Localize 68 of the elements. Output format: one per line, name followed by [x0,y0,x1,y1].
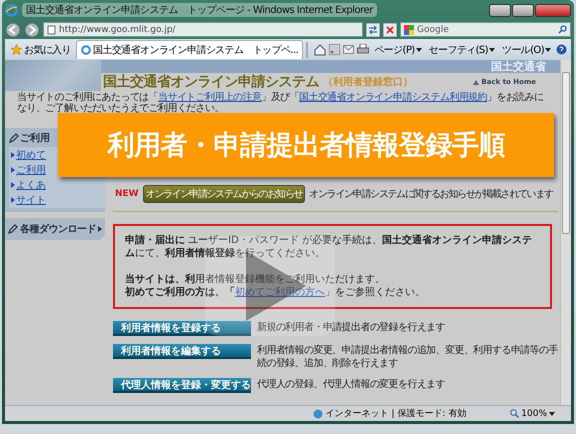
action-button[interactable]: 利用者情報を編集する [113,344,251,359]
action-button[interactable]: 代理人情報を登録・変更する [113,378,251,393]
info-text: 申請・届出に ユーザーID・パスワード が必要な手続は、国土交通省オンライン申請システムにて、利用者情報登録を行ってください。 [125,234,534,260]
video-title: 利用者・申請提出者情報登録手順 [107,129,505,163]
bullet-icon [11,167,15,173]
home-icon[interactable] [314,44,326,56]
sidebar-link[interactable]: 初めて [16,148,46,162]
triangle-icon [473,80,480,84]
sidebar-link[interactable]: よくあ [16,178,46,192]
pen-icon [8,224,18,234]
mail-icon[interactable] [343,45,354,54]
maximize-button[interactable] [512,4,534,16]
search-engine-logo-icon [404,24,414,34]
printer-icon[interactable] [357,44,370,55]
window-title: 国土交通省オンライン申請システム トップページ - Windows Internet Explorer [22,3,377,17]
caret-icon [545,48,551,52]
action-description: 代理人の登録、代理人情報の変更を行えます [257,378,446,391]
caret-icon [416,48,422,52]
favorites-button[interactable]: お気に入り [9,42,74,58]
scrollbar[interactable] [560,60,571,405]
search-field[interactable]: Google [400,22,571,37]
star-icon [11,44,22,55]
terms-link[interactable]: 当サイトご利用上の注意 [158,92,262,103]
stop-icon[interactable] [383,22,397,36]
browser-logo-icon [5,4,18,16]
site-title: 国土交通省オンライン申請システム [103,74,319,90]
magnifier-icon [510,409,520,418]
back-button-icon[interactable] [5,22,21,38]
notice-text: 当サイトのご利用にあたっては「当サイトご利用上の注意」及び「国土交通省オンライン申請システム利用規約」をお読みになり、ご了解いただいたうえでご利用ください。 [16,91,544,114]
address-field[interactable]: http://www.goo.mlit.go.jp/ [43,22,363,37]
feed-icon[interactable] [329,44,340,55]
menu-button[interactable]: ツール(O) [500,42,553,58]
search-icon [558,25,567,34]
agency-name: 国土交通省 [491,60,546,73]
close-button[interactable] [535,4,571,16]
sidebar-link[interactable]: ご利用 [16,163,46,177]
bullet-icon [11,197,15,203]
new-label: NEW [115,189,139,199]
caret-icon [549,412,555,416]
security-zone-text: インターネット | 保護モード: 有効 [326,408,466,420]
bullet-icon [98,226,102,232]
action-button[interactable]: 利用者情報を登録する [113,321,251,336]
action-description: 利用者情報の変更、申請提出者情報の追加、変更、利用する申請等の手続の登録、追加、削除を行えます [257,344,558,370]
browser-tab[interactable]: 国土交通省オンライン申請システム トップペ... [76,40,304,59]
globe-icon [312,408,323,418]
menu-button[interactable]: セーフティ(S) [426,42,497,58]
bullet-icon [11,182,15,188]
site-subtitle: （利用者登録窓口） [323,76,413,89]
news-text: オンライン申請システムに関するお知らせが掲載されています [309,188,553,201]
forward-button-icon[interactable] [24,22,40,38]
menu-button[interactable]: ページ(P) [372,42,424,58]
page-icon [47,24,56,34]
url-text: http://www.goo.mlit.go.jp/ [59,24,176,34]
zoom-button[interactable]: 100% [510,408,555,418]
browser-logo-icon [81,45,92,55]
help-icon[interactable] [556,44,567,55]
refresh-icon[interactable] [366,22,380,36]
news-button[interactable]: オンライン申請システムからのお知らせ [142,185,306,203]
minimize-button[interactable] [489,4,511,16]
sidebar-heading: ご利用 [20,132,50,145]
caret-icon [488,48,495,52]
terms-link[interactable]: 国土交通省オンライン申請システム利用規約 [299,92,488,103]
bullet-icon [11,152,15,158]
pen-icon [9,133,19,143]
downloads-link[interactable]: 各種ダウンロード [5,218,105,240]
sidebar-link[interactable]: サイト [16,193,46,207]
action-description: 新規の利用者・申請提出者の登録を行えます [257,321,446,334]
search-placeholder: Google [417,24,449,34]
